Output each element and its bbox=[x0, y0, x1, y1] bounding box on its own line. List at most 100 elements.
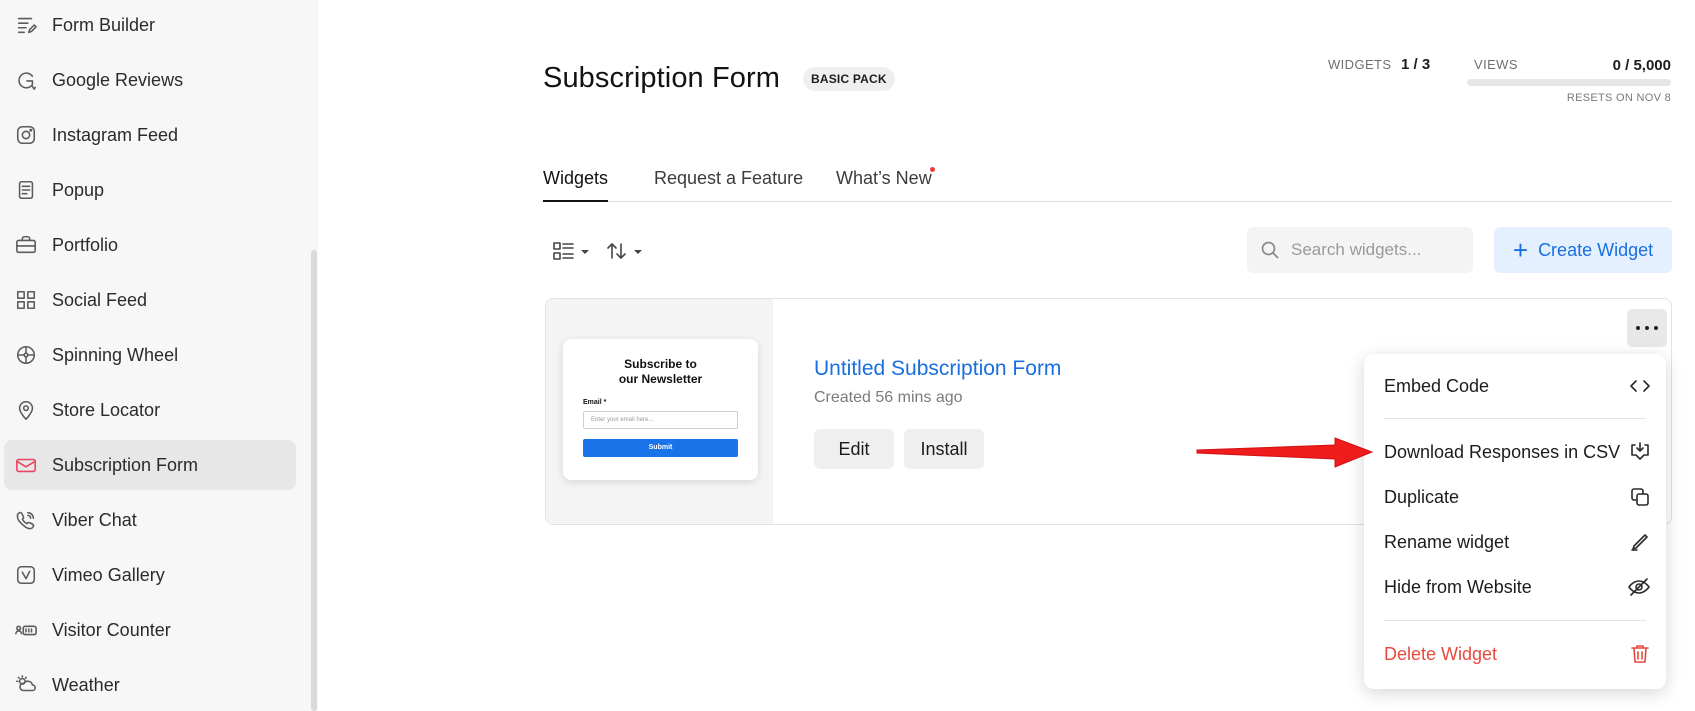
widget-name-link[interactable]: Untitled Subscription Form bbox=[814, 357, 1061, 381]
list-view-icon bbox=[553, 242, 574, 260]
portfolio-icon bbox=[15, 234, 37, 256]
page-title: Subscription Form bbox=[543, 62, 780, 94]
vimeo-icon bbox=[15, 564, 37, 586]
edit-button[interactable]: Edit bbox=[814, 429, 894, 469]
menu-item-label: Hide from Website bbox=[1384, 576, 1532, 597]
views-stat-label: VIEWS bbox=[1474, 57, 1518, 72]
sidebar-item-label: Visitor Counter bbox=[52, 619, 171, 640]
form-builder-icon bbox=[15, 14, 37, 36]
sidebar-item-store-locator[interactable]: Store Locator bbox=[4, 385, 296, 435]
sidebar-item-label: Store Locator bbox=[52, 399, 161, 420]
sidebar-item-label: Subscription Form bbox=[52, 454, 199, 475]
preview-title-line1: Subscribe to bbox=[624, 357, 697, 371]
install-button[interactable]: Install bbox=[904, 429, 984, 469]
sidebar-item-popup[interactable]: Popup bbox=[4, 165, 296, 215]
trash-icon bbox=[1631, 645, 1649, 663]
menu-item-download-csv[interactable]: Download Responses in CSV bbox=[1384, 432, 1651, 472]
sidebar-item-label: Instagram Feed bbox=[52, 124, 179, 145]
dot-icon bbox=[1636, 326, 1640, 330]
sidebar-item-label: Portfolio bbox=[52, 234, 119, 255]
duplicate-icon bbox=[1631, 488, 1649, 506]
sidebar-scrollbar[interactable] bbox=[311, 250, 317, 711]
layout-toggle-button[interactable] bbox=[553, 236, 591, 266]
sort-button[interactable] bbox=[606, 236, 644, 266]
preview-email-field: Enter your email here... bbox=[583, 411, 738, 429]
subscription-form-icon bbox=[15, 454, 37, 476]
menu-item-rename[interactable]: Rename widget bbox=[1384, 522, 1651, 562]
pencil-icon bbox=[1631, 534, 1648, 551]
widgets-stat-label: WIDGETS bbox=[1328, 57, 1392, 72]
search-icon bbox=[1261, 241, 1279, 259]
code-icon bbox=[1630, 380, 1650, 392]
visitor-counter-icon bbox=[15, 619, 37, 641]
popup-icon bbox=[15, 179, 37, 201]
search-input[interactable] bbox=[1291, 240, 1461, 260]
sidebar-item-label: Weather bbox=[52, 674, 120, 695]
download-icon bbox=[1631, 442, 1649, 460]
sidebar-item-label: Viber Chat bbox=[52, 509, 137, 530]
tab-bar: Widgets Request a Feature What’s New bbox=[543, 167, 1672, 202]
sidebar-item-portfolio[interactable]: Portfolio bbox=[4, 220, 296, 270]
preview-submit-button: Submit bbox=[583, 439, 738, 457]
instagram-icon bbox=[15, 124, 37, 146]
sidebar-item-label: Popup bbox=[52, 179, 105, 200]
menu-item-embed-code[interactable]: Embed Code bbox=[1384, 366, 1651, 406]
sidebar-item-instagram-feed[interactable]: Instagram Feed bbox=[4, 110, 296, 160]
plan-badge: BASIC PACK bbox=[803, 67, 895, 91]
sidebar-item-social-feed[interactable]: Social Feed bbox=[4, 275, 296, 325]
sidebar-item-label: Form Builder bbox=[52, 14, 156, 35]
menu-divider bbox=[1384, 620, 1646, 621]
menu-item-duplicate[interactable]: Duplicate bbox=[1384, 477, 1651, 517]
sidebar-item-spinning-wheel[interactable]: Spinning Wheel bbox=[4, 330, 296, 380]
sidebar-item-form-builder[interactable]: Form Builder bbox=[4, 0, 296, 50]
tab-whats-new[interactable]: What’s New bbox=[836, 168, 932, 201]
sidebar: Form Builder Google Reviews Instagram Fe… bbox=[0, 0, 318, 711]
store-locator-icon bbox=[15, 399, 37, 421]
menu-item-label: Delete Widget bbox=[1384, 643, 1498, 664]
tab-request-a-feature[interactable]: Request a Feature bbox=[654, 168, 803, 201]
new-indicator-dot bbox=[930, 167, 935, 172]
views-reset-note: RESETS ON NOV 8 bbox=[1566, 92, 1671, 104]
menu-item-label: Duplicate bbox=[1384, 486, 1460, 507]
annotation-arrow bbox=[1196, 437, 1374, 468]
google-reviews-icon bbox=[15, 69, 37, 91]
sidebar-item-subscription-form[interactable]: Subscription Form bbox=[4, 440, 296, 490]
sidebar-item-label: Vimeo Gallery bbox=[52, 564, 165, 585]
sidebar-item-weather[interactable]: Weather bbox=[4, 660, 296, 710]
widget-preview[interactable]: Subscribe to our Newsletter Email * Ente… bbox=[563, 339, 758, 480]
sidebar-item-google-reviews[interactable]: Google Reviews bbox=[4, 55, 296, 105]
create-widget-button[interactable]: + Create Widget bbox=[1494, 227, 1672, 273]
spinning-wheel-icon bbox=[15, 344, 37, 366]
widgets-stat-value: 1 / 3 bbox=[1401, 56, 1431, 73]
preview-title: Subscribe to our Newsletter bbox=[563, 357, 758, 387]
preview-title-line2: our Newsletter bbox=[618, 372, 703, 386]
preview-email-label: Email * bbox=[583, 399, 607, 406]
caret-down-icon bbox=[634, 250, 642, 254]
more-options-button[interactable] bbox=[1627, 309, 1667, 347]
viber-icon bbox=[15, 509, 37, 531]
eye-off-icon bbox=[1628, 578, 1650, 596]
plus-icon: + bbox=[1512, 235, 1529, 265]
menu-item-label: Rename widget bbox=[1384, 531, 1510, 552]
widget-created-time: Created 56 mins ago bbox=[814, 389, 963, 406]
sidebar-item-label: Spinning Wheel bbox=[52, 344, 179, 365]
sidebar-item-visitor-counter[interactable]: Visitor Counter bbox=[4, 605, 296, 655]
menu-item-delete[interactable]: Delete Widget bbox=[1384, 634, 1651, 674]
sidebar-item-vimeo-gallery[interactable]: Vimeo Gallery bbox=[4, 550, 296, 600]
menu-item-label: Download Responses in CSV bbox=[1384, 441, 1621, 462]
views-stat-value: 0 / 5,000 bbox=[1612, 57, 1671, 74]
dot-icon bbox=[1645, 326, 1649, 330]
menu-divider bbox=[1384, 418, 1646, 419]
search-box bbox=[1247, 227, 1473, 273]
widget-thumbnail-area: Subscribe to our Newsletter Email * Ente… bbox=[546, 299, 773, 524]
sort-icon bbox=[607, 243, 626, 259]
menu-item-hide[interactable]: Hide from Website bbox=[1384, 567, 1651, 607]
weather-icon bbox=[15, 674, 37, 696]
social-feed-icon bbox=[15, 289, 37, 311]
tab-widgets[interactable]: Widgets bbox=[543, 168, 609, 202]
sidebar-item-viber-chat[interactable]: Viber Chat bbox=[4, 495, 296, 545]
menu-item-label: Embed Code bbox=[1384, 375, 1490, 396]
sidebar-item-label: Google Reviews bbox=[52, 69, 184, 90]
sidebar-item-label: Social Feed bbox=[52, 289, 148, 310]
create-widget-label: Create Widget bbox=[1538, 239, 1654, 260]
